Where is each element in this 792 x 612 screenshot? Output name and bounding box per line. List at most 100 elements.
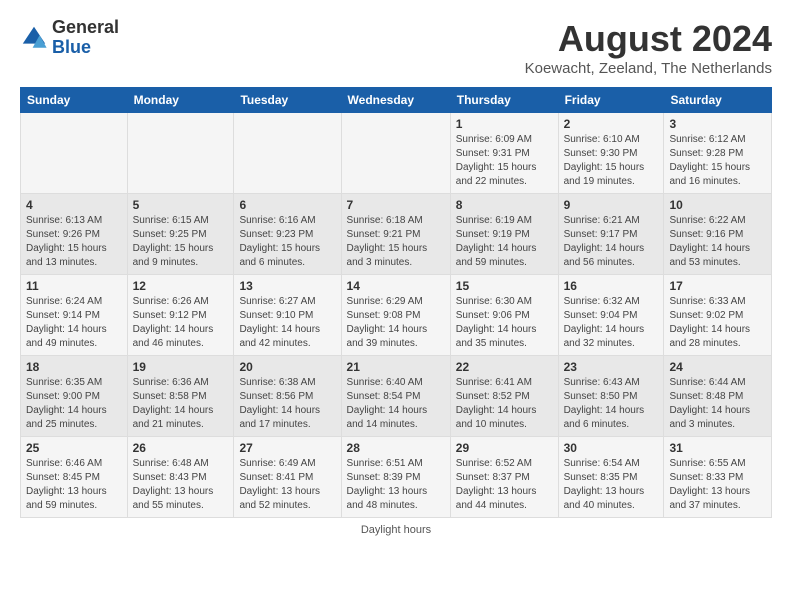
calendar-cell: 30 Sunrise: 6:54 AMSunset: 8:35 PMDaylig… <box>558 437 664 518</box>
calendar-week-row: 4 Sunrise: 6:13 AMSunset: 9:26 PMDayligh… <box>21 194 772 275</box>
day-number: 27 <box>239 441 335 455</box>
calendar-cell: 8 Sunrise: 6:19 AMSunset: 9:19 PMDayligh… <box>450 194 558 275</box>
calendar-cell: 4 Sunrise: 6:13 AMSunset: 9:26 PMDayligh… <box>21 194 128 275</box>
day-info: Sunrise: 6:52 AMSunset: 8:37 PMDaylight:… <box>456 458 537 511</box>
calendar-cell: 9 Sunrise: 6:21 AMSunset: 9:17 PMDayligh… <box>558 194 664 275</box>
day-info: Sunrise: 6:55 AMSunset: 8:33 PMDaylight:… <box>669 458 750 511</box>
calendar-cell: 26 Sunrise: 6:48 AMSunset: 8:43 PMDaylig… <box>127 437 234 518</box>
day-info: Sunrise: 6:46 AMSunset: 8:45 PMDaylight:… <box>26 458 107 511</box>
day-info: Sunrise: 6:09 AMSunset: 9:31 PMDaylight:… <box>456 134 537 187</box>
calendar-cell: 16 Sunrise: 6:32 AMSunset: 9:04 PMDaylig… <box>558 275 664 356</box>
calendar-cell: 2 Sunrise: 6:10 AMSunset: 9:30 PMDayligh… <box>558 113 664 194</box>
day-number: 10 <box>669 198 766 212</box>
day-info: Sunrise: 6:15 AMSunset: 9:25 PMDaylight:… <box>133 215 214 268</box>
calendar-cell: 6 Sunrise: 6:16 AMSunset: 9:23 PMDayligh… <box>234 194 341 275</box>
day-info: Sunrise: 6:54 AMSunset: 8:35 PMDaylight:… <box>564 458 645 511</box>
day-info: Sunrise: 6:16 AMSunset: 9:23 PMDaylight:… <box>239 215 320 268</box>
day-info: Sunrise: 6:43 AMSunset: 8:50 PMDaylight:… <box>564 377 645 430</box>
day-number: 16 <box>564 279 659 293</box>
day-info: Sunrise: 6:21 AMSunset: 9:17 PMDaylight:… <box>564 215 645 268</box>
day-number: 28 <box>347 441 445 455</box>
day-number: 29 <box>456 441 553 455</box>
day-info: Sunrise: 6:18 AMSunset: 9:21 PMDaylight:… <box>347 215 428 268</box>
calendar-cell <box>341 113 450 194</box>
calendar-cell: 18 Sunrise: 6:35 AMSunset: 9:00 PMDaylig… <box>21 356 128 437</box>
day-info: Sunrise: 6:41 AMSunset: 8:52 PMDaylight:… <box>456 377 537 430</box>
logo-icon <box>20 24 48 52</box>
calendar-cell: 10 Sunrise: 6:22 AMSunset: 9:16 PMDaylig… <box>664 194 772 275</box>
day-number: 24 <box>669 360 766 374</box>
day-info: Sunrise: 6:29 AMSunset: 9:08 PMDaylight:… <box>347 296 428 349</box>
calendar-cell: 5 Sunrise: 6:15 AMSunset: 9:25 PMDayligh… <box>127 194 234 275</box>
day-number: 11 <box>26 279 122 293</box>
day-info: Sunrise: 6:10 AMSunset: 9:30 PMDaylight:… <box>564 134 645 187</box>
col-tuesday: Tuesday <box>234 88 341 113</box>
calendar-cell: 25 Sunrise: 6:46 AMSunset: 8:45 PMDaylig… <box>21 437 128 518</box>
day-info: Sunrise: 6:44 AMSunset: 8:48 PMDaylight:… <box>669 377 750 430</box>
calendar-cell: 23 Sunrise: 6:43 AMSunset: 8:50 PMDaylig… <box>558 356 664 437</box>
day-number: 6 <box>239 198 335 212</box>
calendar-cell: 3 Sunrise: 6:12 AMSunset: 9:28 PMDayligh… <box>664 113 772 194</box>
calendar-week-row: 25 Sunrise: 6:46 AMSunset: 8:45 PMDaylig… <box>21 437 772 518</box>
day-number: 22 <box>456 360 553 374</box>
col-thursday: Thursday <box>450 88 558 113</box>
calendar-cell: 12 Sunrise: 6:26 AMSunset: 9:12 PMDaylig… <box>127 275 234 356</box>
day-info: Sunrise: 6:26 AMSunset: 9:12 PMDaylight:… <box>133 296 214 349</box>
col-monday: Monday <box>127 88 234 113</box>
col-saturday: Saturday <box>664 88 772 113</box>
day-number: 2 <box>564 117 659 131</box>
day-info: Sunrise: 6:40 AMSunset: 8:54 PMDaylight:… <box>347 377 428 430</box>
day-info: Sunrise: 6:19 AMSunset: 9:19 PMDaylight:… <box>456 215 537 268</box>
col-friday: Friday <box>558 88 664 113</box>
day-info: Sunrise: 6:48 AMSunset: 8:43 PMDaylight:… <box>133 458 214 511</box>
day-number: 30 <box>564 441 659 455</box>
day-number: 4 <box>26 198 122 212</box>
day-number: 19 <box>133 360 229 374</box>
day-number: 13 <box>239 279 335 293</box>
day-number: 20 <box>239 360 335 374</box>
calendar-week-row: 11 Sunrise: 6:24 AMSunset: 9:14 PMDaylig… <box>21 275 772 356</box>
title-block: August 2024 Koewacht, Zeeland, The Nethe… <box>525 18 772 77</box>
logo-blue-text: Blue <box>52 38 119 58</box>
calendar-cell: 7 Sunrise: 6:18 AMSunset: 9:21 PMDayligh… <box>341 194 450 275</box>
calendar-cell: 19 Sunrise: 6:36 AMSunset: 8:58 PMDaylig… <box>127 356 234 437</box>
day-number: 12 <box>133 279 229 293</box>
col-wednesday: Wednesday <box>341 88 450 113</box>
calendar-table: Sunday Monday Tuesday Wednesday Thursday… <box>20 87 772 518</box>
calendar-week-row: 1 Sunrise: 6:09 AMSunset: 9:31 PMDayligh… <box>21 113 772 194</box>
calendar-cell: 29 Sunrise: 6:52 AMSunset: 8:37 PMDaylig… <box>450 437 558 518</box>
header: General Blue August 2024 Koewacht, Zeela… <box>20 18 772 77</box>
calendar-cell: 20 Sunrise: 6:38 AMSunset: 8:56 PMDaylig… <box>234 356 341 437</box>
day-number: 17 <box>669 279 766 293</box>
col-sunday: Sunday <box>21 88 128 113</box>
main-title: August 2024 <box>525 18 772 60</box>
header-row: Sunday Monday Tuesday Wednesday Thursday… <box>21 88 772 113</box>
day-number: 8 <box>456 198 553 212</box>
day-number: 18 <box>26 360 122 374</box>
day-number: 3 <box>669 117 766 131</box>
day-info: Sunrise: 6:33 AMSunset: 9:02 PMDaylight:… <box>669 296 750 349</box>
calendar-cell: 22 Sunrise: 6:41 AMSunset: 8:52 PMDaylig… <box>450 356 558 437</box>
calendar-cell: 14 Sunrise: 6:29 AMSunset: 9:08 PMDaylig… <box>341 275 450 356</box>
calendar-cell: 1 Sunrise: 6:09 AMSunset: 9:31 PMDayligh… <box>450 113 558 194</box>
calendar-cell: 27 Sunrise: 6:49 AMSunset: 8:41 PMDaylig… <box>234 437 341 518</box>
day-info: Sunrise: 6:30 AMSunset: 9:06 PMDaylight:… <box>456 296 537 349</box>
day-info: Sunrise: 6:51 AMSunset: 8:39 PMDaylight:… <box>347 458 428 511</box>
day-number: 9 <box>564 198 659 212</box>
calendar-cell: 31 Sunrise: 6:55 AMSunset: 8:33 PMDaylig… <box>664 437 772 518</box>
logo-general-text: General <box>52 18 119 38</box>
day-number: 5 <box>133 198 229 212</box>
calendar-cell: 11 Sunrise: 6:24 AMSunset: 9:14 PMDaylig… <box>21 275 128 356</box>
subtitle: Koewacht, Zeeland, The Netherlands <box>525 60 772 77</box>
footer-note: Daylight hours <box>20 524 772 536</box>
day-number: 26 <box>133 441 229 455</box>
day-info: Sunrise: 6:22 AMSunset: 9:16 PMDaylight:… <box>669 215 750 268</box>
day-info: Sunrise: 6:13 AMSunset: 9:26 PMDaylight:… <box>26 215 107 268</box>
day-number: 25 <box>26 441 122 455</box>
day-number: 7 <box>347 198 445 212</box>
calendar-cell <box>21 113 128 194</box>
calendar-cell: 24 Sunrise: 6:44 AMSunset: 8:48 PMDaylig… <box>664 356 772 437</box>
day-number: 23 <box>564 360 659 374</box>
calendar-cell <box>234 113 341 194</box>
day-number: 14 <box>347 279 445 293</box>
